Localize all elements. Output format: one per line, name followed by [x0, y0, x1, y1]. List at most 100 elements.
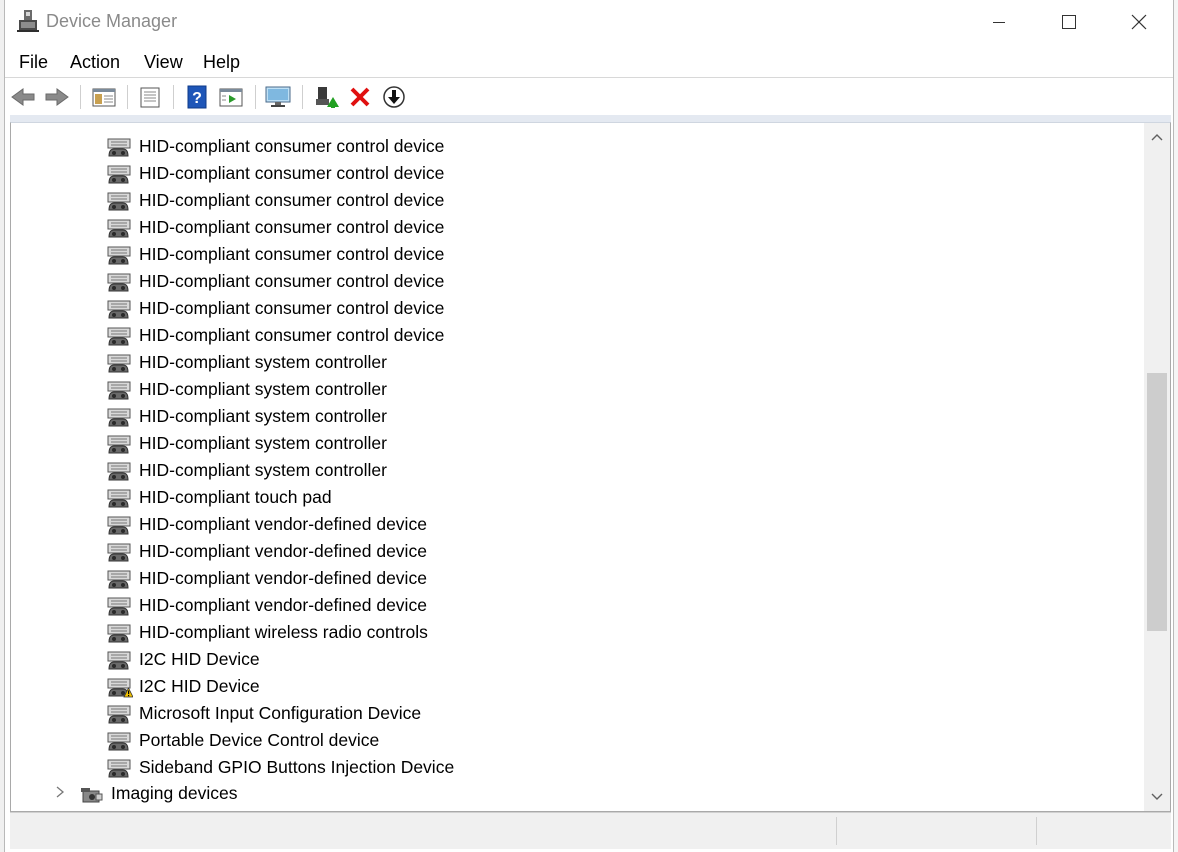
device-label: I2C HID Device: [139, 676, 260, 696]
menu-help[interactable]: Help: [203, 52, 240, 73]
minimize-icon: [993, 22, 1005, 23]
device-label: HID-compliant vendor-defined device: [139, 595, 427, 615]
device-label: HID-compliant system controller: [139, 433, 387, 453]
window-title: Device Manager: [46, 11, 178, 31]
device-row[interactable]: HID-compliant consumer control device: [107, 241, 444, 268]
input-device-icon: [107, 406, 133, 428]
input-device-icon: [107, 514, 133, 536]
input-device-icon: [107, 487, 133, 509]
device-row[interactable]: HID-compliant consumer control device: [107, 322, 444, 349]
device-label: HID-compliant consumer control device: [139, 244, 445, 264]
device-row[interactable]: HID-compliant vendor-defined device: [107, 592, 427, 619]
input-device-icon: [107, 244, 133, 266]
action-pane-icon: [219, 88, 243, 107]
device-row[interactable]: I2C HID Device: [107, 673, 260, 700]
device-label: Portable Device Control device: [139, 730, 380, 750]
device-label: Sideband GPIO Buttons Injection Device: [139, 757, 455, 777]
input-device-icon: [107, 325, 133, 347]
properties-icon: [140, 87, 160, 108]
forward-button[interactable]: [43, 83, 71, 111]
input-device-icon: [107, 163, 133, 185]
device-label: HID-compliant consumer control device: [139, 136, 445, 156]
device-row[interactable]: Sideband GPIO Buttons Injection Device: [107, 754, 454, 781]
device-label: HID-compliant consumer control device: [139, 298, 445, 318]
input-device-warning-icon: [107, 676, 134, 698]
device-row[interactable]: HID-compliant system controller: [107, 457, 387, 484]
properties-button[interactable]: [136, 83, 164, 111]
input-device-icon: [107, 595, 133, 617]
input-device-icon: [107, 757, 133, 779]
device-row[interactable]: I2C HID Device: [107, 646, 260, 673]
menu-file[interactable]: File: [19, 52, 48, 73]
device-label: HID-compliant consumer control device: [139, 325, 445, 345]
device-row[interactable]: HID-compliant consumer control device: [107, 133, 444, 160]
device-row[interactable]: HID-compliant consumer control device: [107, 160, 444, 187]
device-row[interactable]: HID-compliant consumer control device: [107, 187, 444, 214]
disable-device-button[interactable]: [380, 83, 408, 111]
device-row[interactable]: HID-compliant vendor-defined device: [107, 511, 427, 538]
device-row[interactable]: HID-compliant consumer control device: [107, 295, 444, 322]
scrollbar-thumb[interactable]: [1147, 373, 1167, 631]
pane-top-strip: [10, 115, 1171, 122]
input-device-icon: [107, 298, 133, 320]
menu-view[interactable]: View: [144, 52, 183, 73]
device-row[interactable]: HID-compliant system controller: [107, 430, 387, 457]
vertical-scrollbar[interactable]: [1144, 123, 1170, 811]
device-label: HID-compliant consumer control device: [139, 163, 445, 183]
device-row[interactable]: Portable Device Control device: [107, 727, 379, 754]
title-bar: Device Manager: [5, 0, 1173, 44]
device-row[interactable]: HID-compliant vendor-defined device: [107, 565, 427, 592]
device-tree-view[interactable]: HID-compliant consumer control device HID…: [10, 122, 1171, 812]
device-label: HID-compliant consumer control device: [139, 190, 445, 210]
device-row[interactable]: HID-compliant touch pad: [107, 484, 332, 511]
device-label: I2C HID Device: [139, 649, 260, 669]
status-bar: [10, 812, 1171, 849]
input-device-icon: [107, 136, 133, 158]
input-device-icon: [107, 460, 133, 482]
svg-text:?: ?: [192, 90, 202, 107]
device-label: HID-compliant system controller: [139, 460, 387, 480]
input-device-icon: [107, 352, 133, 374]
minimize-button[interactable]: [964, 0, 1034, 44]
input-device-icon: [107, 703, 133, 725]
device-row[interactable]: HID-compliant system controller: [107, 349, 387, 376]
scroll-down-button[interactable]: [1144, 785, 1170, 809]
device-row[interactable]: HID-compliant system controller: [107, 403, 387, 430]
help-button[interactable]: ?: [183, 83, 211, 111]
chevron-up-icon: [1151, 134, 1163, 141]
close-icon: [1131, 14, 1147, 30]
scroll-up-button[interactable]: [1144, 125, 1170, 149]
update-driver-icon: [316, 87, 339, 108]
device-row[interactable]: HID-compliant system controller: [107, 376, 387, 403]
action-pane-button[interactable]: [217, 83, 245, 111]
toolbar-separator: [80, 85, 81, 109]
device-label: HID-compliant system controller: [139, 379, 387, 399]
toolbar-separator: [302, 85, 303, 109]
device-label: HID-compliant consumer control device: [139, 217, 445, 237]
device-row[interactable]: HID-compliant consumer control device: [107, 214, 444, 241]
show-hide-console-tree-button[interactable]: [90, 83, 118, 111]
input-device-icon: [107, 271, 133, 293]
forward-icon: [45, 88, 69, 106]
input-device-icon: [107, 649, 133, 671]
scan-hardware-button[interactable]: [264, 83, 292, 111]
input-device-icon: [107, 541, 133, 563]
update-driver-button[interactable]: [312, 83, 340, 111]
input-device-icon: [107, 217, 133, 239]
device-row[interactable]: Microsoft Input Configuration Device: [107, 700, 421, 727]
expand-chevron-icon[interactable]: [55, 784, 65, 805]
device-row[interactable]: HID-compliant wireless radio controls: [107, 619, 428, 646]
menu-bar: File Action View Help: [5, 44, 1173, 77]
device-row[interactable]: HID-compliant consumer control device: [107, 268, 444, 295]
maximize-button[interactable]: [1034, 0, 1104, 44]
toolbar: ?: [5, 77, 1173, 116]
status-pane: [1036, 817, 1167, 845]
close-button[interactable]: [1104, 0, 1174, 44]
back-button[interactable]: [9, 83, 37, 111]
menu-action[interactable]: Action: [70, 52, 120, 73]
device-label: HID-compliant touch pad: [139, 487, 332, 507]
category-imaging-devices[interactable]: Imaging devices: [11, 781, 1144, 808]
device-row[interactable]: HID-compliant vendor-defined device: [107, 538, 427, 565]
category-label: Imaging devices: [111, 782, 238, 803]
uninstall-device-button[interactable]: [346, 83, 374, 111]
